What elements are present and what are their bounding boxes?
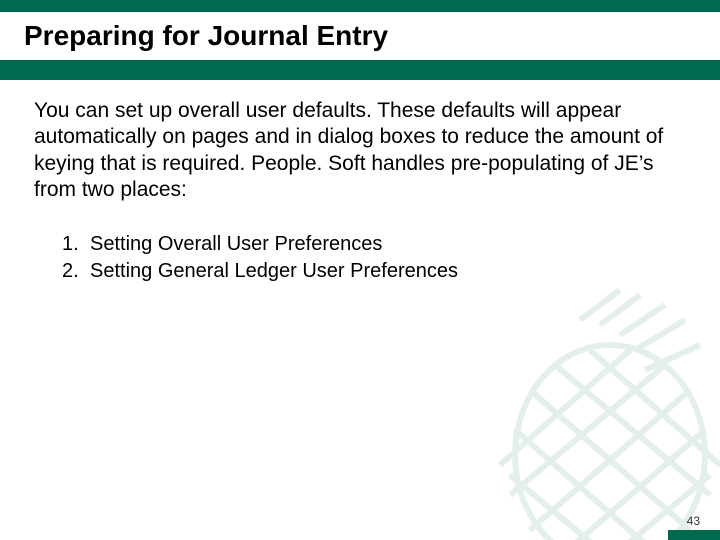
footer-accent-bar — [668, 530, 720, 540]
body-content: You can set up overall user defaults. Th… — [34, 98, 680, 285]
slide-title: Preparing for Journal Entry — [24, 20, 720, 52]
title-area: Preparing for Journal Entry — [0, 14, 720, 62]
page-number: 43 — [687, 514, 700, 528]
list-item: 1. Setting Overall User Preferences — [62, 231, 680, 258]
list-item-number: 2. — [62, 258, 90, 285]
list-item-number: 1. — [62, 231, 90, 258]
slide: Preparing for Journal Entry You can set … — [0, 0, 720, 540]
list-item-text: Setting Overall User Preferences — [90, 231, 382, 258]
title-underline-band — [0, 60, 720, 80]
pineapple-watermark-icon — [460, 280, 720, 540]
list-item: 2. Setting General Ledger User Preferenc… — [62, 258, 680, 285]
intro-paragraph: You can set up overall user defaults. Th… — [34, 98, 680, 203]
numbered-list: 1. Setting Overall User Preferences 2. S… — [62, 231, 680, 285]
list-item-text: Setting General Ledger User Preferences — [90, 258, 458, 285]
top-accent-bar — [0, 0, 720, 12]
